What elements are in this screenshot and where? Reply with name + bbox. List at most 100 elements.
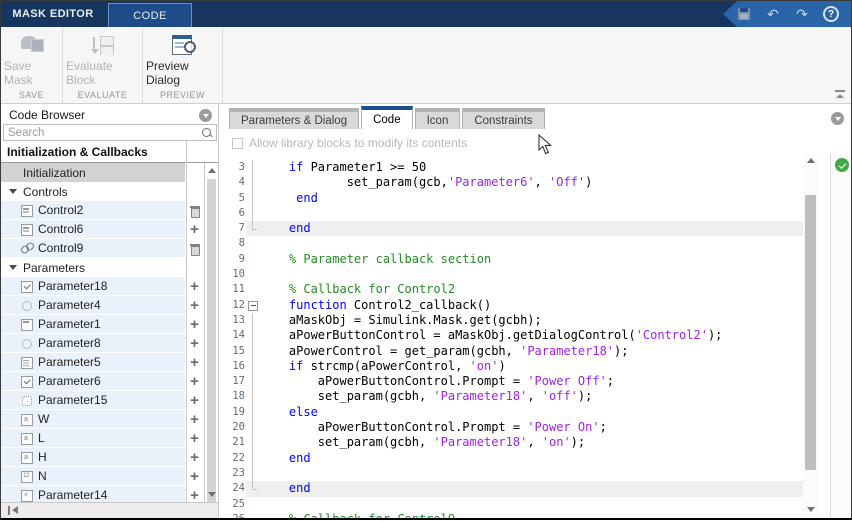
code-line: 4 set_param(gcb,'Parameter6', 'Off') — [229, 175, 803, 191]
code-token: aPowerButtonControl = aMaskObj.getDialog… — [260, 328, 636, 343]
code-line: 3 if Parameter1 >= 50 — [229, 160, 803, 176]
code-browser-title: Code Browser — [9, 108, 86, 122]
code-fold-icon[interactable] — [246, 298, 260, 313]
add-icon[interactable]: + — [190, 469, 199, 484]
code-text: aMaskObj = Simulink.Mask.get(gcbh); — [260, 313, 803, 328]
evaluate-block-icon — [90, 34, 116, 54]
control-button-icon — [21, 223, 33, 236]
line-number: 9 — [238, 252, 245, 265]
code-text: set_param(gcb,'Parameter6', 'Off') — [260, 175, 803, 190]
save-icon[interactable] — [736, 6, 752, 22]
add-icon[interactable]: + — [190, 222, 199, 237]
code-fold-rail — [246, 450, 260, 467]
code-text: end — [260, 221, 803, 237]
panel-collapse-icon[interactable] — [831, 112, 844, 125]
line-number: 16 — [232, 359, 245, 372]
line-number: 21 — [232, 436, 245, 449]
preview-dialog-button[interactable]: Preview Dialog — [146, 31, 219, 87]
tree-row-action-cell: + — [185, 429, 204, 448]
code-token: Parameter1 >= 50 — [303, 160, 427, 174]
tree-row-text: Parameters — [23, 260, 86, 275]
add-icon[interactable]: + — [190, 488, 199, 502]
code-fold-rail — [246, 374, 260, 390]
code-text: % Callback for Control9 — [260, 512, 803, 518]
collapse-triangle-icon[interactable] — [9, 265, 17, 270]
tree-scrollbar-thumb[interactable] — [207, 179, 216, 518]
code-fold-rail — [246, 389, 260, 406]
help-icon[interactable]: ? — [823, 6, 839, 22]
tab-icon[interactable]: Icon — [414, 108, 461, 129]
tree-row-action-cell: + — [185, 334, 204, 353]
code-editor[interactable]: 3 if Parameter1 >= 50 4 set_param(gcb,'Pa… — [229, 160, 803, 518]
add-icon[interactable]: + — [190, 355, 199, 370]
editor-scrollbar[interactable] — [803, 154, 818, 516]
collapse-panel-icon[interactable] — [8, 506, 18, 515]
add-icon[interactable]: + — [190, 374, 199, 389]
add-icon[interactable]: + — [190, 336, 199, 351]
tree-row-label-cell: Initialization — [1, 163, 185, 182]
search-icon[interactable] — [201, 127, 213, 139]
add-icon[interactable]: + — [190, 279, 199, 294]
scroll-down-icon[interactable] — [207, 492, 216, 497]
tree-row-label-cell: Parameter6 — [1, 372, 185, 391]
line-number: 11 — [232, 283, 245, 296]
undo-icon[interactable]: ↶ — [765, 6, 781, 22]
line-number: 6 — [238, 206, 245, 219]
spinbox-icon — [21, 299, 33, 311]
tab-constraints[interactable]: Constraints — [462, 108, 545, 129]
collapse-ribbon-icon[interactable] — [834, 89, 846, 99]
tree-row-label-cell: H — [1, 448, 185, 467]
line-number: 24 — [232, 482, 245, 495]
tab-code[interactable]: Code — [361, 106, 413, 129]
scroll-up-icon[interactable] — [806, 158, 815, 163]
line-number: 10 — [232, 268, 245, 281]
collapse-triangle-icon[interactable] — [9, 189, 17, 194]
line-number: 5 — [238, 191, 245, 204]
save-mask-label: Save Mask — [4, 59, 33, 87]
code-fold-rail — [246, 512, 260, 518]
code-fold-rail — [246, 221, 260, 237]
scroll-up-icon[interactable] — [207, 168, 216, 173]
panel-collapse-icon[interactable] — [199, 109, 212, 122]
code-fold-rail — [246, 190, 260, 207]
line-number: 7 — [238, 222, 245, 235]
save-mask-button[interactable]: Save Mask — [4, 31, 59, 87]
add-icon[interactable]: + — [190, 450, 199, 465]
redo-icon[interactable]: ↷ — [794, 6, 810, 22]
tree-row-action-cell: + — [185, 448, 204, 467]
tree-row-action-cell — [185, 182, 204, 201]
editor-scrollbar-thumb[interactable] — [805, 195, 816, 470]
evaluate-block-button[interactable]: Evaluate Block — [66, 31, 139, 87]
mask-editor-window: MASK EDITOR CODE ↶ ↷ ? Save Mask SAVE Ev… — [0, 0, 852, 520]
add-icon[interactable]: + — [190, 393, 199, 408]
tree-row-action-cell — [185, 163, 204, 182]
tree-scrollbar[interactable] — [204, 163, 218, 518]
add-icon[interactable]: + — [190, 431, 199, 446]
allow-library-checkbox[interactable] — [232, 137, 243, 149]
app-tab-code[interactable]: CODE — [108, 3, 192, 27]
tree-row-action-cell: + — [185, 467, 204, 486]
code-fold-rail — [246, 252, 260, 267]
code-fold-rail — [246, 465, 260, 482]
delete-icon[interactable] — [189, 205, 200, 218]
search-input[interactable] — [3, 124, 217, 141]
tab-parameters-dialog[interactable]: Parameters & Dialog — [229, 108, 360, 129]
scroll-down-icon[interactable] — [806, 507, 815, 512]
code-token: function — [288, 297, 347, 312]
panel-bottom-bar — [1, 502, 218, 518]
app-tab-mask-editor[interactable]: MASK EDITOR — [1, 1, 105, 27]
code-browser-panel: Code Browser Initialization & Callbacks … — [1, 104, 219, 518]
add-icon[interactable]: + — [190, 298, 199, 313]
add-icon[interactable]: + — [190, 412, 199, 427]
quick-access-toolbar: ↶ ↷ ? — [723, 1, 851, 27]
code-token: 'Power Off' — [527, 374, 607, 389]
delete-icon[interactable] — [189, 243, 200, 256]
code-token: 'Off' — [549, 175, 586, 190]
tree-row-action-cell: + — [185, 372, 204, 391]
add-icon[interactable]: + — [190, 317, 199, 332]
ribbon-group-save-label: SAVE — [18, 90, 45, 100]
tree-row-action-cell — [185, 258, 204, 277]
